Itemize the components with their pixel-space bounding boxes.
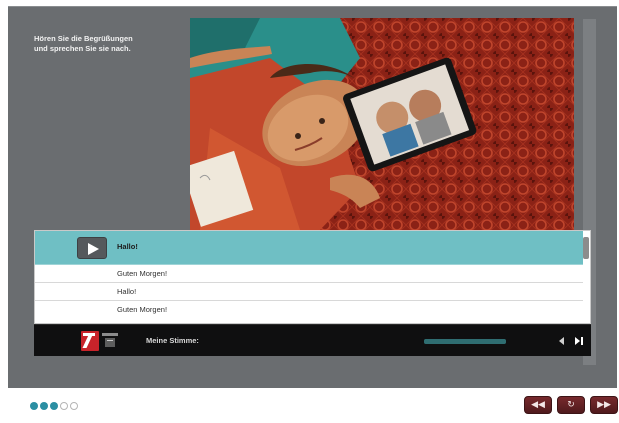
scrollbar-thumb[interactable] (583, 237, 589, 259)
progress-dot-filled (40, 402, 48, 410)
reload-button[interactable]: ↻ (557, 396, 585, 414)
phrase-text: Hallo! (117, 287, 137, 296)
phrase-row[interactable]: Guten Morgen! (35, 301, 583, 319)
recording-progress-fill (424, 339, 506, 344)
phrase-list: Hallo! Guten Morgen! Hallo! Guten Morgen… (34, 230, 591, 324)
fast-forward-icon: ▶▶ (597, 400, 611, 410)
microphone-icon[interactable] (102, 333, 118, 349)
instruction-text: Hören Sie die Begrüßungen und sprechen S… (34, 34, 184, 54)
progress-dot-empty (70, 402, 78, 410)
progress-dots (30, 402, 80, 411)
voice-recorder-bar: Meine Stimme: (34, 324, 591, 356)
play-icon (88, 243, 99, 255)
record-icon[interactable] (81, 331, 99, 351)
bottom-navigation: ◀◀ ↻ ▶▶ (0, 388, 619, 423)
forward-button[interactable]: ▶▶ (590, 396, 618, 414)
reload-icon: ↻ (567, 400, 575, 410)
photo-illustration (190, 18, 574, 230)
rewind-icon: ◀◀ (531, 400, 545, 410)
recording-progress (424, 339, 506, 344)
progress-dot-empty (60, 402, 68, 410)
page: Hören Sie die Begrüßungen und sprechen S… (0, 0, 619, 423)
next-icon[interactable] (575, 337, 580, 345)
phrase-text: Guten Morgen! (117, 269, 168, 278)
phrase-row[interactable]: Hallo! (35, 283, 583, 301)
previous-icon[interactable] (559, 337, 564, 345)
lesson-photo (190, 18, 574, 230)
phrase-row-active[interactable]: Hallo! (35, 231, 583, 265)
play-button[interactable] (77, 237, 107, 259)
recorder-label: Meine Stimme: (146, 336, 199, 345)
instruction-line-2: und sprechen Sie sie nach. (34, 44, 131, 53)
progress-dot-filled (30, 402, 38, 410)
phrase-text: Hallo! (117, 242, 138, 251)
next-icon-bar (581, 337, 583, 345)
phrase-text: Guten Morgen! (117, 305, 168, 314)
progress-dot-filled (50, 402, 58, 410)
phrase-row[interactable]: Guten Morgen! (35, 265, 583, 283)
list-scrollbar[interactable] (583, 233, 589, 321)
back-button[interactable]: ◀◀ (524, 396, 552, 414)
instruction-line-1: Hören Sie die Begrüßungen (34, 34, 133, 43)
